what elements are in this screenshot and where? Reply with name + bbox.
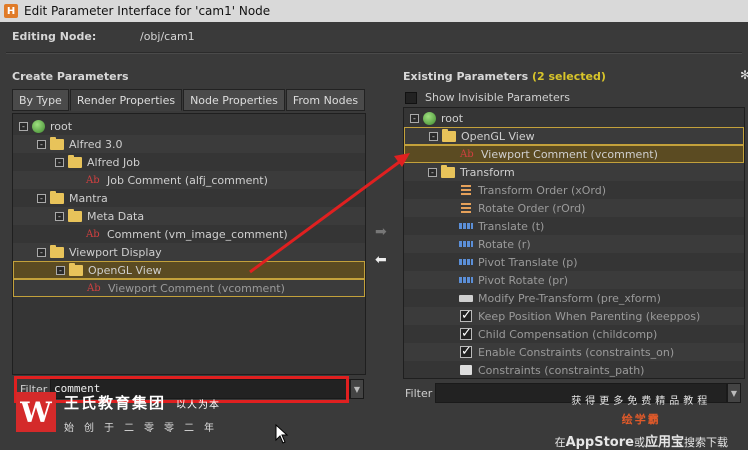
promo-yingyongbao: 应用宝 (644, 435, 684, 450)
annotation-arrow (249, 153, 410, 274)
brand-name: 王氏教育集团 (64, 394, 167, 412)
promo-search-download: 搜索下载 (684, 436, 728, 449)
mouse-cursor-icon (275, 424, 289, 444)
promo-watermark: 获得更多免费精品教程 绘学霸 在AppStore或应用宝搜索下载 (555, 392, 728, 450)
promo-appstore: AppStore (565, 435, 634, 450)
promo-word-in: 在 (554, 436, 566, 449)
brand-slogan: 以人为本 (176, 400, 221, 411)
promo-app: 绘学霸 (621, 413, 661, 426)
brand-logo: W (16, 392, 56, 432)
promo-line3: 在AppStore或应用宝搜索下载 (555, 431, 728, 450)
brand-tagline: 始创于二零零二年 (64, 423, 224, 434)
brand-watermark: W 王氏教育集团 以人为本 始创于二零零二年 (16, 392, 224, 434)
promo-word-or: 或 (633, 436, 645, 449)
annotation-arrow-line (249, 158, 403, 274)
promo-line1: 获得更多免费精品教程 (571, 396, 712, 407)
